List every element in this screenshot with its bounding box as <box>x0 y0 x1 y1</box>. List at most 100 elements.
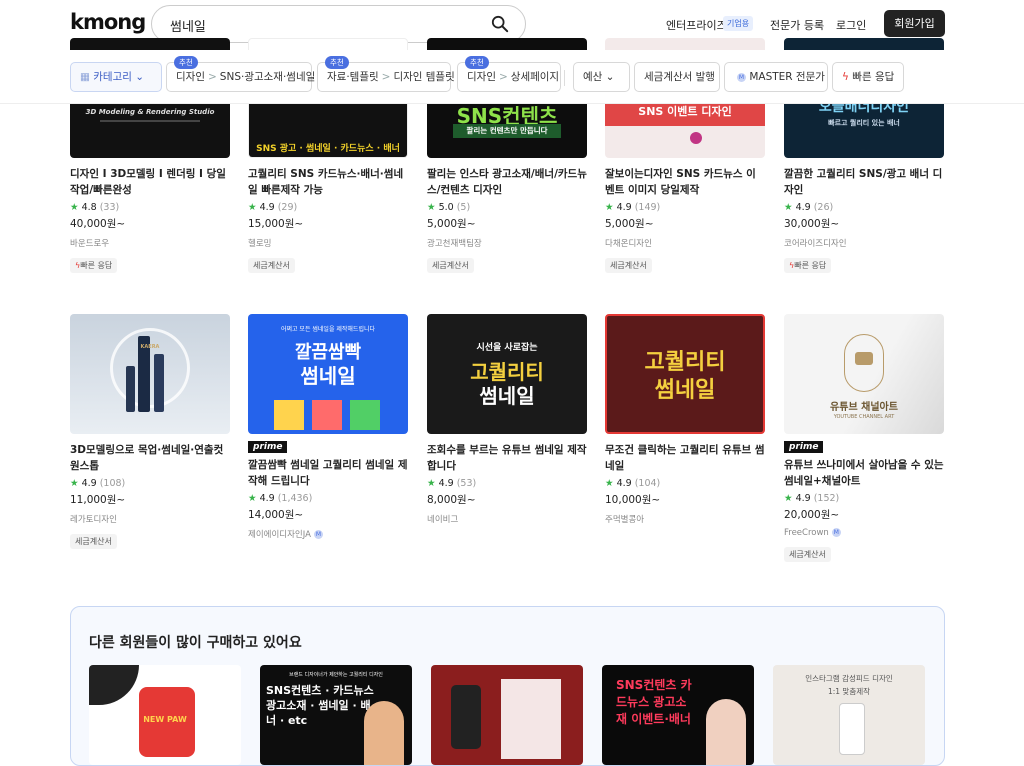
thumb-subtext: 썸네일 <box>654 378 716 403</box>
review-count: (53) <box>456 478 477 489</box>
seller-name[interactable]: 바운드로우 <box>70 237 230 249</box>
lightning-icon: ϟ <box>842 71 849 83</box>
nav-enterprise[interactable]: 엔터프라이즈 <box>666 17 727 33</box>
chip-label: 상세페이지 <box>510 71 560 83</box>
rating-value: 4.9 <box>795 493 811 504</box>
kmong-logo[interactable]: kmong <box>70 10 146 34</box>
recommend-chip-2[interactable]: 추천 자료·템플릿 > 디자인 템플릿 <box>317 56 455 92</box>
gig-title[interactable]: 3D모델링으로 목업·썸네일·연출컷 원스톱 <box>70 442 230 474</box>
review-count: (1,436) <box>277 493 313 504</box>
gig-price: 10,000원~ <box>605 494 661 506</box>
seller-name[interactable]: 다채온디자인 <box>605 237 765 249</box>
nav-expert-register[interactable]: 전문가 등록 <box>770 17 824 33</box>
gig-title[interactable]: 고퀄리티 SNS 카드뉴스·배너·썸네일 빠른제작 가능 <box>248 166 408 198</box>
gig-thumbnail[interactable]: 시선을 사로잡는 고퀄리티 썸네일 <box>427 314 587 434</box>
gig-title[interactable]: 잘보이는디자인 SNS 카드뉴스 이벤트 이미지 당일제작 <box>605 166 765 198</box>
tax-tag: 세금계산서 <box>248 258 295 273</box>
popular-thumbnail[interactable]: SNS컨텐츠 카드뉴스 광고소재 이벤트·배너 <box>602 665 754 765</box>
gig-title[interactable]: 디자인 I 3D모델링 I 렌더링 I 당일작업/빠른완성 <box>70 166 230 198</box>
nav-login[interactable]: 로그인 <box>836 17 866 33</box>
seller-name[interactable]: 레가토디자인 <box>70 513 230 525</box>
seller-name[interactable]: 네이비그 <box>427 513 587 525</box>
thumb-decoration <box>274 400 304 430</box>
gig-card[interactable]: 고퀄리티 썸네일 무조건 클릭하는 고퀄리티 유튜브 썸네일 ★ 4.9 (10… <box>605 314 765 525</box>
rating-value: 5.0 <box>438 202 454 213</box>
thumb-text: SNS컨텐츠 카드뉴스 광고소재 이벤트·배너 <box>616 678 692 726</box>
tax-label: 세금계산서 발행 <box>644 71 715 83</box>
gig-title[interactable]: 깔끔쌈빡 썸네일 고퀄리티 썸네일 제작해 드립니다 <box>248 457 408 489</box>
recommend-chip-1[interactable]: 추천 디자인 > SNS·광고소재·썸네일 <box>166 56 315 92</box>
thumb-decoration <box>89 665 139 705</box>
popular-thumbnail[interactable]: 인스타그램 감성피드 디자인 1:1 맞춤제작 <box>773 665 925 765</box>
seller-name[interactable]: 광고천재백팀장 <box>427 237 587 249</box>
review-count: (33) <box>99 202 120 213</box>
gig-title[interactable]: 유튜브 쓰나미에서 살아남을 수 있는 썸네일+채널아트 <box>784 457 944 489</box>
avatar-figure <box>706 699 746 765</box>
seller-name[interactable]: 제이에이디자인JA M <box>248 528 408 540</box>
seller-name[interactable]: 헬로밍 <box>248 237 408 249</box>
gig-price: 5,000원~ <box>427 218 476 230</box>
seller-label: FreeCrown <box>784 528 829 538</box>
fast-response-tag: ϟ빠른 응답 <box>70 258 118 273</box>
gig-thumbnail[interactable]: 유튜브 채널아트 YOUTUBE CHANNEL ART <box>784 314 944 434</box>
popular-thumbnail[interactable]: 브랜드 디자이너가 제안하는 고퀄리티 디자인 SNS컨텐츠 · 카드뉴스 광고… <box>260 665 412 765</box>
category-label: 카테고리 <box>93 71 132 83</box>
gig-price: 8,000원~ <box>427 494 476 506</box>
rating-value: 4.9 <box>81 478 97 489</box>
popular-thumbnail[interactable] <box>431 665 583 765</box>
panel-title: 다른 회원들이 많이 구매하고 있어요 <box>89 635 302 651</box>
gig-thumbnail[interactable]: KAERA <box>70 314 230 434</box>
tax-invoice-filter[interactable]: 세금계산서 발행 <box>634 62 720 92</box>
tag-label: 빠른 응답 <box>80 261 113 270</box>
gig-thumbnail[interactable]: 어쩌고 모든 썸네일을 제작해드립니다 깔끔쌈빡 썸네일 <box>248 314 408 434</box>
seller-name[interactable]: 주먹별콩아 <box>605 513 765 525</box>
product-bottle <box>126 366 135 412</box>
popular-purchases-panel: 다른 회원들이 많이 구매하고 있어요 NEW PAW 브랜드 디자이너가 제안… <box>70 606 945 766</box>
thumb-toptext: 시선을 사로잡는 <box>476 343 538 353</box>
fast-response-filter[interactable]: ϟ 빠른 응답 <box>832 62 904 92</box>
seller-name[interactable]: FreeCrown M <box>784 528 944 538</box>
seller-name[interactable]: 코어라이즈디자인 <box>784 237 944 249</box>
popular-thumbnail[interactable]: NEW PAW <box>89 665 241 765</box>
gig-title[interactable]: 조회수를 부르는 유튜브 썸네일 제작합니다 <box>427 442 587 474</box>
gig-title[interactable]: 깔끔한 고퀄리티 SNS/광고 배너 디자인 <box>784 166 944 198</box>
star-icon: ★ <box>70 478 79 489</box>
rating-value: 4.9 <box>795 202 811 213</box>
thumb-decoration <box>350 400 380 430</box>
rating-value: 4.9 <box>616 478 632 489</box>
review-count: (29) <box>277 202 298 213</box>
recommend-chip-3[interactable]: 추천 디자인 > 상세페이지 <box>457 56 561 92</box>
gig-card[interactable]: 유튜브 채널아트 YOUTUBE CHANNEL ART prime 유튜브 쓰… <box>784 314 944 562</box>
budget-label: 예산 <box>583 71 603 83</box>
gig-card[interactable]: KAERA 3D모델링으로 목업·썸네일·연출컷 원스톱 ★ 4.9 (108)… <box>70 314 230 549</box>
fast-response-tag: ϟ빠른 응답 <box>784 258 832 273</box>
category-dropdown[interactable]: ▦ 카테고리 ⌄ <box>70 62 162 92</box>
gig-price: 30,000원~ <box>784 218 840 230</box>
master-expert-filter[interactable]: M MASTER 전문가 <box>724 62 828 92</box>
budget-dropdown[interactable]: 예산 ⌄ <box>573 62 630 92</box>
chip-label: 디자인 템플릿 <box>393 71 455 83</box>
rating-value: 4.9 <box>259 493 275 504</box>
star-icon: ★ <box>248 493 257 504</box>
verified-icon: M <box>313 530 323 539</box>
product-bottle <box>154 354 164 412</box>
gig-rating: ★ 4.9 (108) <box>70 478 230 489</box>
gig-card[interactable]: 어쩌고 모든 썸네일을 제작해드립니다 깔끔쌈빡 썸네일 prime 깔끔쌈빡 … <box>248 314 408 540</box>
join-button[interactable]: 회원가입 <box>884 10 945 37</box>
thumb-subtext: YOUTUBE CHANNEL ART <box>833 414 895 420</box>
chevron-down-icon: ⌄ <box>135 71 145 83</box>
gig-thumbnail[interactable]: 고퀄리티 썸네일 <box>605 314 765 434</box>
gig-title[interactable]: 무조건 클릭하는 고퀄리티 유튜브 썸네일 <box>605 442 765 474</box>
gig-price: 20,000원~ <box>784 509 840 521</box>
instagram-icon <box>690 132 702 144</box>
review-count: (108) <box>99 478 126 489</box>
search-input[interactable]: 썸네일 <box>170 16 206 35</box>
review-count: (26) <box>813 202 834 213</box>
rating-value: 4.8 <box>81 202 97 213</box>
gig-title[interactable]: 팔리는 인스타 광고소재/배너/카드뉴스/컨텐츠 디자인 <box>427 166 587 198</box>
search-icon[interactable] <box>491 15 509 33</box>
review-count: (5) <box>456 202 471 213</box>
star-icon: ★ <box>784 202 793 213</box>
chip-label: 자료·템플릿 <box>327 71 379 83</box>
gig-card[interactable]: 시선을 사로잡는 고퀄리티 썸네일 조회수를 부르는 유튜브 썸네일 제작합니다… <box>427 314 587 525</box>
